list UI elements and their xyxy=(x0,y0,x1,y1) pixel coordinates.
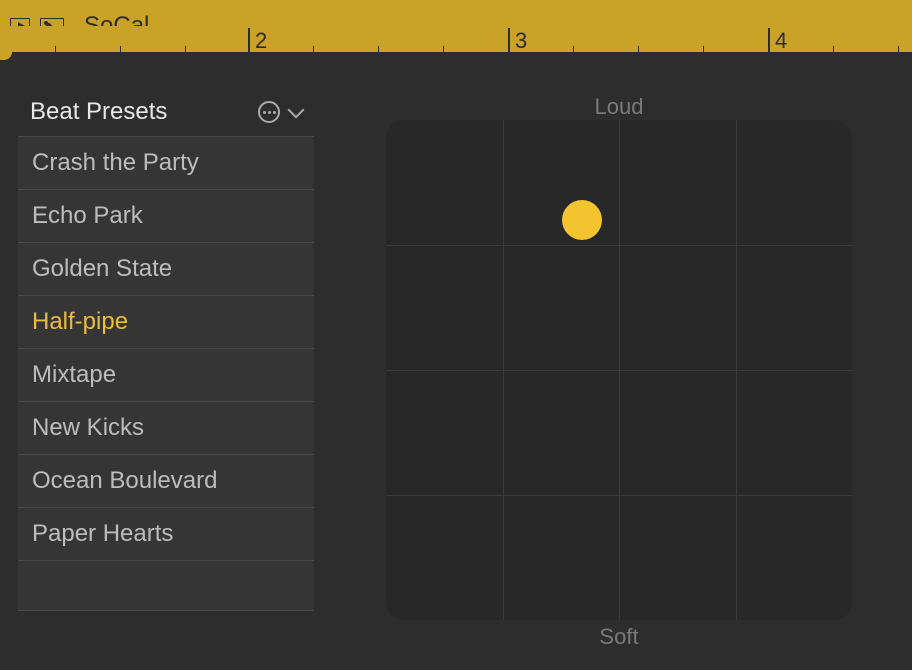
main-content: Beat Presets Crash the Party Echo Park G… xyxy=(0,52,912,670)
preset-header: Beat Presets xyxy=(18,92,314,137)
preset-item-echo-park[interactable]: Echo Park xyxy=(18,190,314,243)
preset-item-ocean-boulevard[interactable]: Ocean Boulevard xyxy=(18,455,314,508)
preset-item-crash-the-party[interactable]: Crash the Party xyxy=(18,137,314,190)
preset-panel: Beat Presets Crash the Party Echo Park G… xyxy=(18,92,314,652)
preset-item-empty xyxy=(18,561,314,611)
preset-item-half-pipe[interactable]: Half-pipe xyxy=(18,296,314,349)
ruler-number: 4 xyxy=(775,28,787,54)
ruler-number: 3 xyxy=(515,28,527,54)
ruler-timeline[interactable]: 2 3 4 xyxy=(0,26,912,52)
preset-list: Crash the Party Echo Park Golden State H… xyxy=(18,137,314,611)
axis-label-bottom: Soft xyxy=(599,624,638,650)
preset-item-paper-hearts[interactable]: Paper Hearts xyxy=(18,508,314,561)
chevron-down-icon[interactable] xyxy=(288,102,305,119)
ruler-number: 2 xyxy=(255,28,267,54)
axis-label-top: Loud xyxy=(595,94,644,120)
ruler-bar[interactable]: SoCal 2 3 4 xyxy=(0,0,912,52)
preset-item-golden-state[interactable]: Golden State xyxy=(18,243,314,296)
xy-pad[interactable] xyxy=(386,120,852,620)
xy-puck[interactable] xyxy=(562,200,602,240)
preset-panel-title: Beat Presets xyxy=(30,98,167,126)
more-icon[interactable] xyxy=(258,101,280,123)
preset-item-mixtape[interactable]: Mixtape xyxy=(18,349,314,402)
preset-header-controls xyxy=(258,101,302,123)
preset-item-new-kicks[interactable]: New Kicks xyxy=(18,402,314,455)
xy-pad-container: Loud Soft Simple Complex xyxy=(354,92,884,652)
